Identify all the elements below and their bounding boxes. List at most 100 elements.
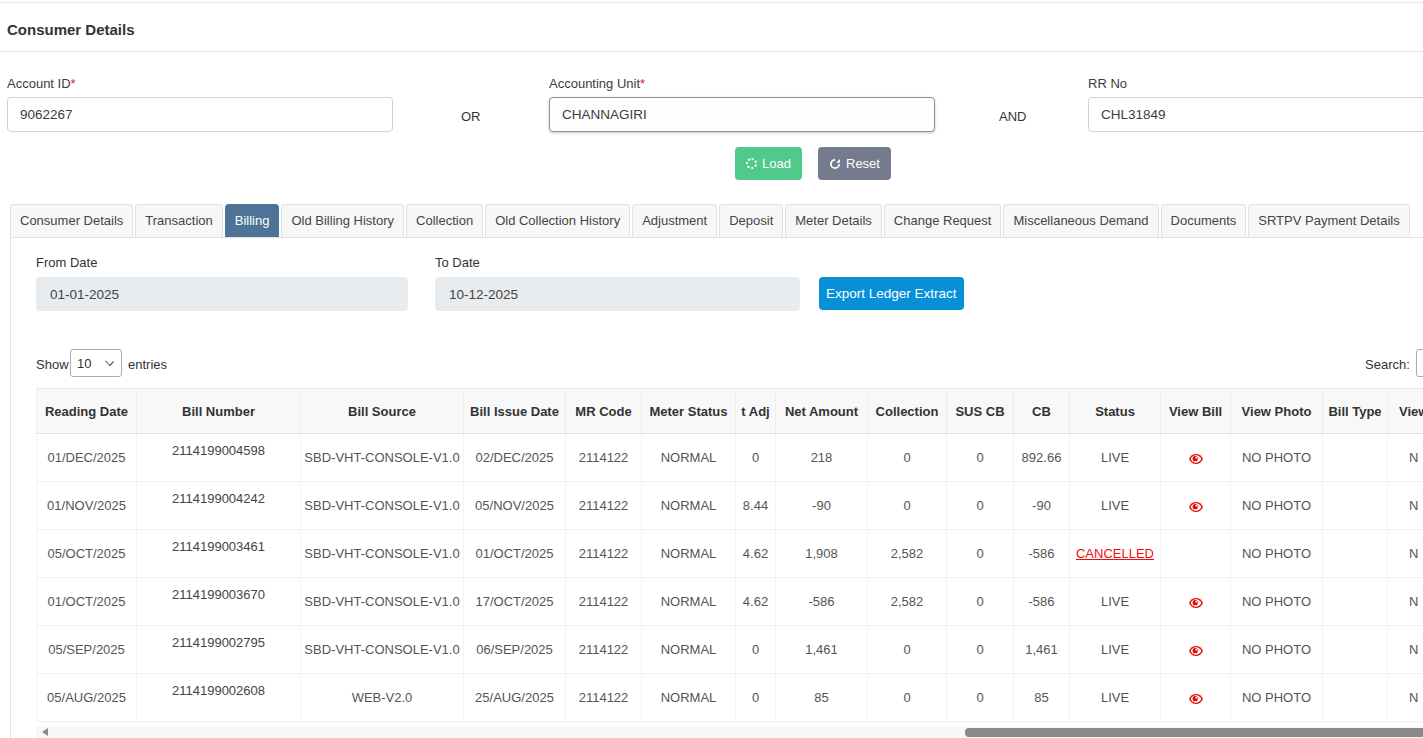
col-header-cb[interactable]: CB — [1014, 389, 1070, 434]
cell-bill-type — [1323, 626, 1388, 674]
tab-meter-details[interactable]: Meter Details — [785, 204, 882, 237]
cell-view-bill — [1161, 530, 1231, 578]
tab-miscellaneous-demand[interactable]: Miscellaneous Demand — [1003, 204, 1158, 237]
cell-mr-code: 2114122 — [566, 626, 642, 674]
from-date-input[interactable]: 01-01-2025 — [36, 277, 408, 311]
cell-bill-number: 2114199002795 — [137, 626, 301, 674]
cell-bill-source: SBD-VHT-CONSOLE-V1.0 — [301, 578, 464, 626]
cell-cb: -586 — [1014, 530, 1070, 578]
cell-sus-cb: 0 — [947, 626, 1014, 674]
rr-no-label: RR No — [1088, 76, 1127, 91]
tab-consumer-details[interactable]: Consumer Details — [10, 204, 133, 237]
cell-net-amount: 85 — [776, 674, 868, 722]
cell-meter-status: NORMAL — [642, 482, 736, 530]
account-id-input[interactable]: 9062267 — [7, 97, 393, 132]
cell-adj: 4.62 — [736, 578, 776, 626]
col-header-collection[interactable]: Collection — [868, 389, 947, 434]
col-header-adj[interactable]: t Adj — [736, 389, 776, 434]
cell-status: LIVE — [1070, 674, 1161, 722]
tab-transaction[interactable]: Transaction — [135, 204, 222, 237]
col-header-sus-cb[interactable]: SUS CB — [947, 389, 1014, 434]
cell-view-bill — [1161, 434, 1231, 482]
cell-view-bill — [1161, 482, 1231, 530]
col-header-bill-type[interactable]: Bill Type — [1323, 389, 1388, 434]
view-bill-eye-icon[interactable] — [1189, 498, 1203, 513]
cell-sus-cb: 0 — [947, 674, 1014, 722]
view-bill-eye-icon[interactable] — [1189, 450, 1203, 465]
cell-status: LIVE — [1070, 482, 1161, 530]
tab-old-collection-history[interactable]: Old Collection History — [485, 204, 630, 237]
cell-adj: 0 — [736, 674, 776, 722]
table-row: 05/OCT/20252114199003461SBD-VHT-CONSOLE-… — [37, 530, 1423, 578]
cell-adj: 0 — [736, 434, 776, 482]
col-header-bill-source[interactable]: Bill Source — [301, 389, 464, 434]
table-row: 01/OCT/20252114199003670SBD-VHT-CONSOLE-… — [37, 578, 1423, 626]
accounting-unit-input[interactable]: CHANNAGIRI — [549, 97, 935, 132]
col-header-bill-number[interactable]: Bill Number — [137, 389, 301, 434]
col-header-view-photo[interactable]: View Photo — [1231, 389, 1323, 434]
load-button[interactable]: Load — [735, 147, 802, 180]
horizontal-scrollbar[interactable] — [36, 726, 1423, 738]
cell-view-photo: NO PHOTO — [1231, 434, 1323, 482]
cell-sus-cb: 0 — [947, 530, 1014, 578]
cell-bill-source: WEB-V2.0 — [301, 674, 464, 722]
tab-change-request[interactable]: Change Request — [884, 204, 1002, 237]
tab-billing[interactable]: Billing — [225, 204, 280, 237]
page-size-select[interactable]: 10 — [70, 349, 122, 377]
cell-status: CANCELLED — [1070, 530, 1161, 578]
table-row: 01/NOV/20252114199004242SBD-VHT-CONSOLE-… — [37, 482, 1423, 530]
col-header-view-bill[interactable]: View Bill — [1161, 389, 1231, 434]
billing-table-wrap: Reading DateBill NumberBill SourceBill I… — [36, 388, 1423, 723]
reset-button[interactable]: Reset — [818, 147, 891, 180]
cell-mr-code: 2114122 — [566, 482, 642, 530]
col-header-reading-date[interactable]: Reading Date — [37, 389, 137, 434]
view-bill-eye-icon[interactable] — [1189, 690, 1203, 705]
cell-view-photo: NO PHOTO — [1231, 674, 1323, 722]
cell-mr-code: 2114122 — [566, 674, 642, 722]
cell-reading-date: 05/OCT/2025 — [37, 530, 137, 578]
cell-status: LIVE — [1070, 578, 1161, 626]
cell-net-amount: 1,461 — [776, 626, 868, 674]
rr-no-input[interactable]: CHL31849 — [1088, 97, 1423, 132]
cell-bill-number: 2114199003461 — [137, 530, 301, 578]
cell-collection: 2,582 — [868, 578, 947, 626]
col-header-bill-issue-date[interactable]: Bill Issue Date — [464, 389, 566, 434]
status-cancelled-link[interactable]: CANCELLED — [1076, 546, 1154, 561]
billing-table: Reading DateBill NumberBill SourceBill I… — [36, 388, 1423, 722]
tab-deposit[interactable]: Deposit — [719, 204, 783, 237]
tab-collection[interactable]: Collection — [406, 204, 483, 237]
col-header-mr-code[interactable]: MR Code — [566, 389, 642, 434]
cell-bill-type — [1323, 530, 1388, 578]
col-header-status[interactable]: Status — [1070, 389, 1161, 434]
cell-collection: 0 — [868, 674, 947, 722]
scroll-left-arrow-icon[interactable] — [42, 728, 48, 736]
col-header-meter-status[interactable]: Meter Status — [642, 389, 736, 434]
page-title: Consumer Details — [7, 21, 135, 38]
cell-view-photo: NO PHOTO — [1231, 626, 1323, 674]
spinner-icon — [746, 158, 757, 169]
col-header-net-amount[interactable]: Net Amount — [776, 389, 868, 434]
tab-adjustment[interactable]: Adjustment — [632, 204, 717, 237]
cell-view: N — [1388, 578, 1423, 626]
cell-bill-type — [1323, 482, 1388, 530]
view-bill-eye-icon[interactable] — [1189, 594, 1203, 609]
search-input[interactable] — [1416, 349, 1423, 377]
export-ledger-extract-button[interactable]: Export Ledger Extract — [819, 277, 964, 310]
scrollbar-thumb[interactable] — [965, 728, 1423, 737]
table-header-row: Reading DateBill NumberBill SourceBill I… — [37, 389, 1423, 434]
tabs: Consumer DetailsTransactionBillingOld Bi… — [10, 204, 1423, 237]
cell-reading-date: 01/NOV/2025 — [37, 482, 137, 530]
tab-documents[interactable]: Documents — [1161, 204, 1247, 237]
cell-reading-date: 05/AUG/2025 — [37, 674, 137, 722]
tab-srtpv-payment-details[interactable]: SRTPV Payment Details — [1248, 204, 1409, 237]
tab-old-billing-history[interactable]: Old Billing History — [281, 204, 404, 237]
cell-sus-cb: 0 — [947, 482, 1014, 530]
to-date-input[interactable]: 10-12-2025 — [435, 277, 800, 311]
accounting-unit-label: Accounting Unit* — [549, 76, 645, 91]
cell-adj: 8.44 — [736, 482, 776, 530]
col-header-view[interactable]: View — [1388, 389, 1423, 434]
cell-bill-source: SBD-VHT-CONSOLE-V1.0 — [301, 482, 464, 530]
view-bill-eye-icon[interactable] — [1189, 642, 1203, 657]
cell-bill-number: 2114199002608 — [137, 674, 301, 722]
cell-collection: 2,582 — [868, 530, 947, 578]
